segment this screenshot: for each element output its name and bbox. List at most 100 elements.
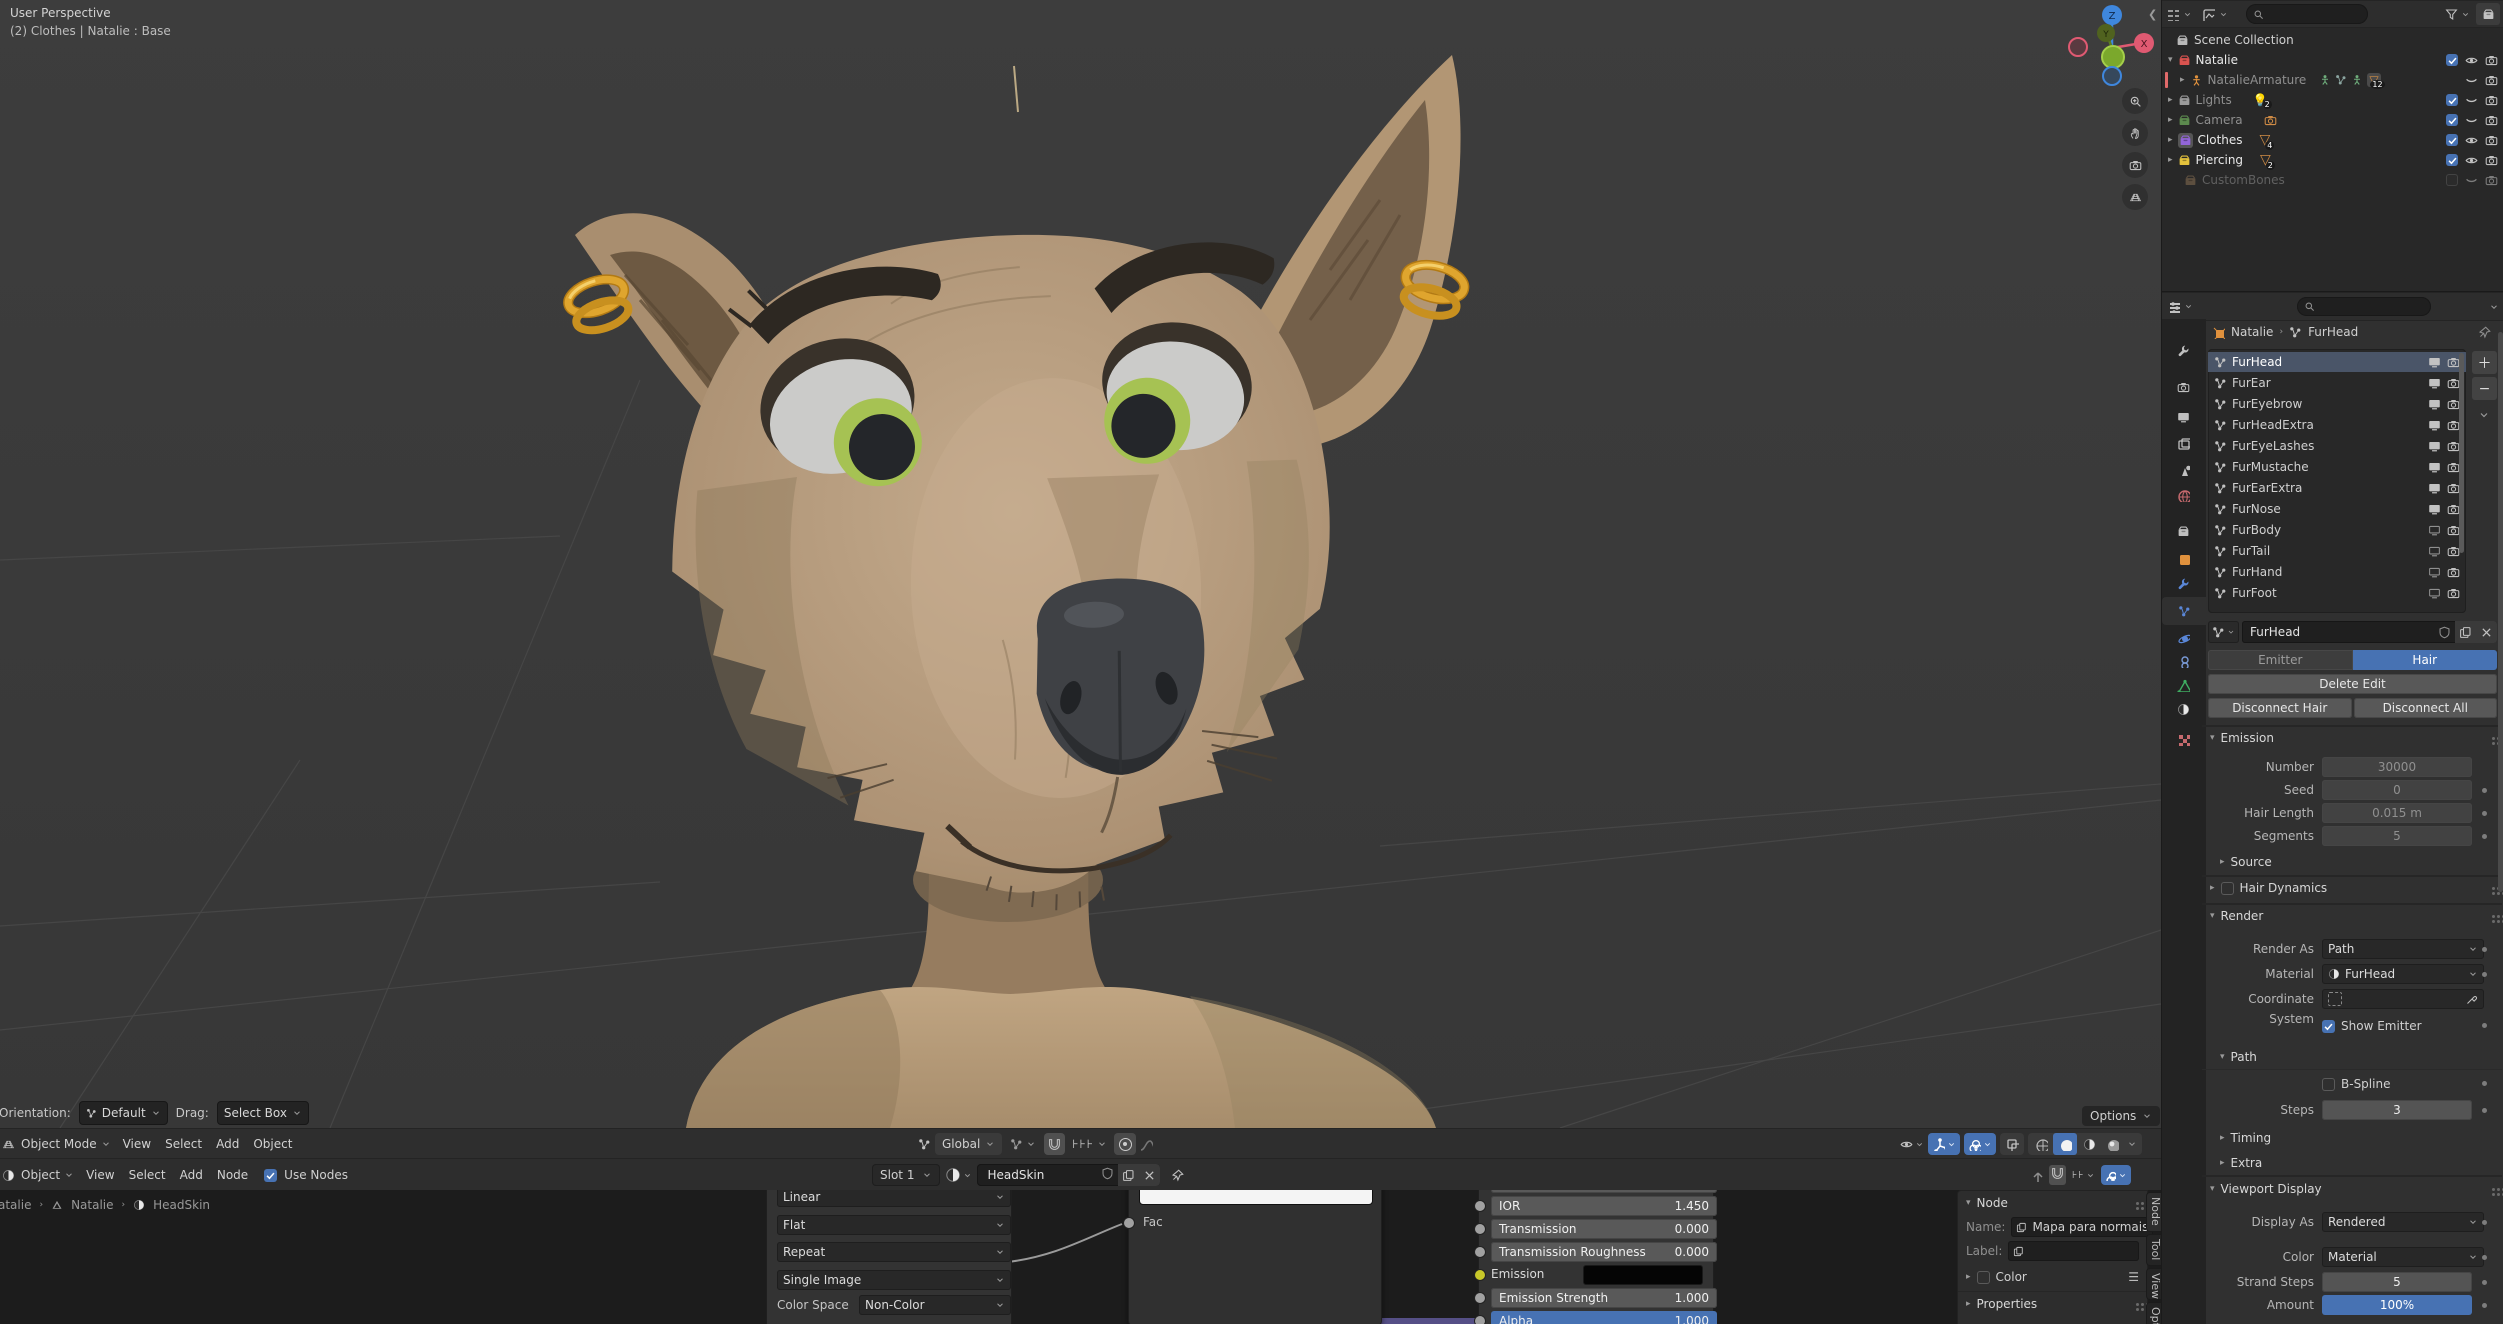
camera-icon[interactable] — [2447, 566, 2460, 579]
transmission-roughness-socket[interactable] — [1474, 1246, 1486, 1258]
projection-dropdown[interactable]: Flat — [777, 1215, 1011, 1235]
extra-expand-arrow[interactable]: ▸ — [2220, 1158, 2225, 1168]
source-panel-title[interactable]: Source — [2231, 855, 2272, 869]
viewport-display-expand-arrow[interactable]: ▾ — [2210, 1184, 2215, 1194]
editor-type-properties-icon[interactable] — [2167, 300, 2180, 313]
selectability-dropdown[interactable] — [1900, 1138, 1924, 1151]
tab-object[interactable] — [2177, 552, 2190, 568]
editor-type-outliner-icon[interactable] — [2166, 8, 2179, 21]
material-name-field[interactable]: HeadSkin — [977, 1168, 1097, 1182]
outliner-row-nataliearmature[interactable]: ▸ NatalieArmature ▽12 — [2162, 70, 2503, 90]
eye-icon[interactable] — [2465, 54, 2478, 67]
menu-object[interactable]: Object — [247, 1137, 298, 1151]
unlink-settings-button[interactable] — [2476, 621, 2497, 643]
eyedropper-icon[interactable] — [2466, 993, 2478, 1005]
viewport-perspective-button[interactable] — [2122, 184, 2148, 210]
viewport-zoom-button[interactable] — [2122, 88, 2148, 114]
path-panel-title[interactable]: Path — [2231, 1050, 2257, 1064]
disclosure-triangle[interactable]: ▾ — [2168, 55, 2173, 65]
transform-orientation-dropdown[interactable]: Global — [935, 1133, 1003, 1155]
eye-closed-icon[interactable] — [2465, 94, 2478, 107]
n-panel-tab-view[interactable]: View — [2146, 1268, 2161, 1300]
monitor-icon[interactable] — [2428, 356, 2441, 369]
material-dropdown[interactable]: FurHead — [2322, 964, 2484, 984]
properties-scrollbar[interactable] — [2498, 332, 2503, 892]
camera-icon[interactable] — [2447, 587, 2460, 600]
monitor-icon[interactable] — [2428, 377, 2441, 390]
pin-icon[interactable] — [2478, 326, 2491, 339]
emission-panel-title[interactable]: Emission — [2221, 731, 2274, 745]
source-expand-arrow[interactable]: ▸ — [2220, 857, 2225, 867]
display-mode-icon[interactable] — [2202, 8, 2215, 21]
collection-checkbox[interactable] — [2446, 94, 2458, 106]
transmission-socket[interactable] — [1474, 1223, 1486, 1235]
disclosure-triangle[interactable]: ▸ — [2168, 115, 2173, 125]
amount-slider[interactable]: 100% — [2322, 1295, 2472, 1315]
properties-options-dropdown[interactable] — [2489, 302, 2499, 312]
orientation-dropdown[interactable]: Default — [78, 1101, 168, 1125]
particle-system-row[interactable]: FurHead — [2208, 352, 2466, 372]
path-expand-arrow[interactable]: ▾ — [2220, 1052, 2225, 1062]
shading-rendered-button[interactable] — [2101, 1138, 2123, 1151]
n-panel-tab-node[interactable]: Node — [2146, 1192, 2161, 1232]
overlays-toggle[interactable] — [1964, 1133, 1996, 1155]
sidebar-collapse-arrow[interactable]: ❮ — [2148, 8, 2157, 21]
color-presets-icon[interactable]: ☰ — [2128, 1270, 2139, 1284]
particle-system-row[interactable]: FurHand — [2208, 562, 2466, 582]
particle-system-row[interactable]: FurNose — [2208, 499, 2466, 519]
particle-system-row[interactable]: FurBody — [2208, 520, 2466, 540]
tab-output[interactable] — [2177, 411, 2190, 427]
emission-socket[interactable] — [1474, 1269, 1486, 1281]
breadcrumb-object[interactable]: Natalie — [2231, 325, 2273, 339]
unlink-material-button[interactable] — [1139, 1164, 1161, 1186]
display-as-dropdown[interactable]: Rendered — [2322, 1212, 2484, 1232]
bsdf-row-emission-strength[interactable]: Emission Strength 1.000 — [1491, 1288, 1717, 1308]
menu-view[interactable]: View — [117, 1137, 157, 1151]
ior-socket[interactable] — [1474, 1200, 1486, 1212]
disconnect-hair-button[interactable]: Disconnect Hair — [2208, 698, 2352, 718]
hair-dynamics-panel-title[interactable]: Hair Dynamics — [2240, 881, 2328, 895]
bsdf-row-ior[interactable]: IOR 1.450 — [1491, 1196, 1717, 1216]
emission-color-swatch[interactable] — [1583, 1265, 1703, 1285]
snap-toggle[interactable] — [1044, 1133, 1066, 1155]
outliner-row-scene-collection[interactable]: Scene Collection — [2162, 30, 2503, 50]
render-panel-title[interactable]: Render — [2221, 909, 2264, 923]
xray-toggle[interactable] — [2000, 1133, 2024, 1155]
number-field[interactable]: 30000 — [2322, 757, 2472, 777]
particle-system-row[interactable]: FurHeadExtra — [2208, 415, 2466, 435]
shading-dropdown[interactable] — [2127, 1139, 2137, 1149]
color-dropdown[interactable]: Material — [2322, 1247, 2484, 1267]
color-expand-arrow[interactable]: ▸ — [1966, 1272, 1971, 1282]
editor-type-3dview-icon[interactable] — [2, 1138, 15, 1151]
camera-icon[interactable] — [2485, 74, 2498, 87]
filter-icon[interactable] — [2445, 8, 2458, 21]
color-space-dropdown[interactable]: Non-Color — [859, 1295, 1011, 1315]
tab-object-data[interactable] — [2177, 679, 2193, 695]
fake-user-icon[interactable] — [2438, 626, 2451, 639]
tab-physics[interactable] — [2177, 631, 2192, 647]
outliner-search-input[interactable] — [2246, 4, 2368, 24]
eye-icon[interactable] — [2465, 154, 2478, 167]
type-emitter-button[interactable]: Emitter — [2208, 649, 2353, 670]
collection-checkbox[interactable] — [2446, 154, 2458, 166]
viewport-display-panel-title[interactable]: Viewport Display — [2221, 1182, 2322, 1196]
properties-search-input[interactable] — [2297, 297, 2431, 316]
outliner-row-camera[interactable]: ▸ Camera — [2162, 110, 2503, 130]
material-slot-dropdown[interactable]: Slot 1 — [872, 1164, 941, 1186]
monitor-off-icon[interactable] — [2428, 587, 2441, 600]
particle-system-row[interactable]: FurEyebrow — [2208, 394, 2466, 414]
use-nodes-checkbox[interactable] — [264, 1168, 278, 1182]
image-source-dropdown[interactable]: Single Image — [777, 1270, 1011, 1290]
disclosure-triangle[interactable]: ▸ — [2168, 135, 2173, 145]
pin-icon[interactable] — [1171, 1169, 1184, 1182]
disclosure-triangle[interactable]: ▸ — [2180, 75, 2185, 85]
navigation-gizmo[interactable]: Z X Y — [2056, 0, 2161, 210]
gizmos-toggle[interactable] — [1928, 1133, 1960, 1155]
eye-icon[interactable] — [2465, 134, 2478, 147]
principled-bsdf-node[interactable]: Clearcoat Roughness0.030 IOR1.450 Transm… — [1474, 1190, 1717, 1324]
editor-type-dropdown[interactable] — [2183, 10, 2192, 19]
outliner-row-piercing[interactable]: ▸ Piercing ▽ 2 — [2162, 150, 2503, 170]
monitor-icon[interactable] — [2428, 398, 2441, 411]
shader-menu-select[interactable]: Select — [123, 1168, 172, 1182]
alpha-socket[interactable] — [1474, 1315, 1486, 1324]
